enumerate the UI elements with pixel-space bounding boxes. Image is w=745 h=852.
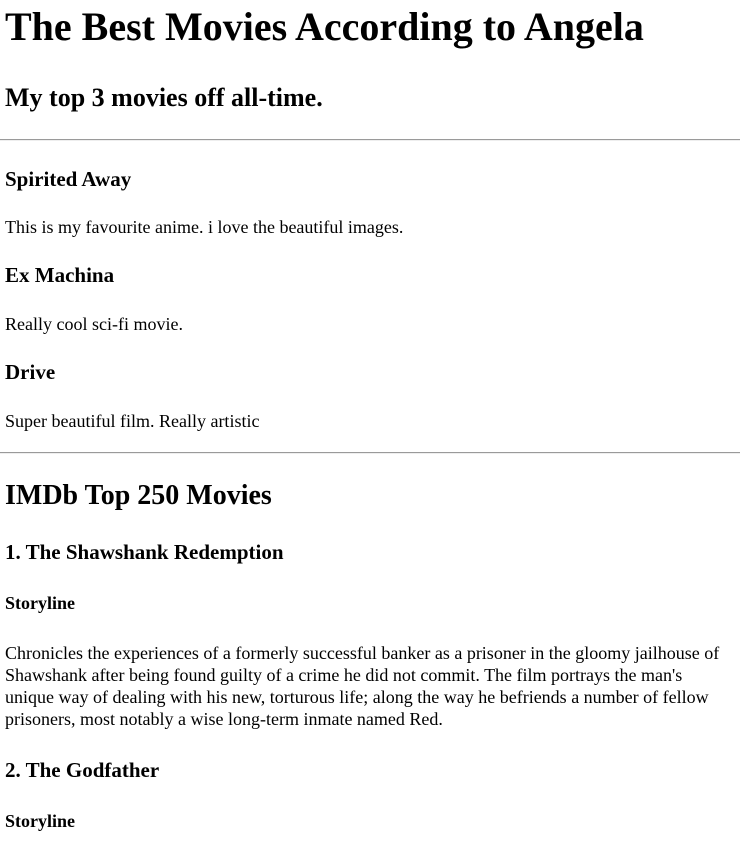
favourite-text-2: Really cool sci-fi movie.: [5, 314, 183, 334]
page-subtitle: My top 3 movies off all-time.: [5, 83, 323, 112]
divider-top: [0, 139, 740, 141]
storyline-text-1: Chronicles the experiences of a formerly…: [5, 643, 720, 729]
favourite-title-1: Spirited Away: [5, 167, 132, 191]
divider-bottom: [0, 452, 740, 454]
page-title: The Best Movies According to Angela: [5, 4, 644, 49]
movie-title-1: 1. The Shawshank Redemption: [5, 540, 284, 564]
favourite-title-3: Drive: [5, 360, 56, 384]
storyline-label-1: Storyline: [5, 593, 75, 613]
movie-title-2: 2. The Godfather: [5, 758, 160, 782]
imdb-heading: IMDb Top 250 Movies: [5, 480, 272, 511]
favourite-title-2: Ex Machina: [5, 263, 115, 287]
favourite-text-1: This is my favourite anime. i love the b…: [5, 217, 404, 237]
favourite-text-3: Super beautiful film. Really artistic: [5, 411, 260, 431]
storyline-label-2: Storyline: [5, 811, 75, 831]
